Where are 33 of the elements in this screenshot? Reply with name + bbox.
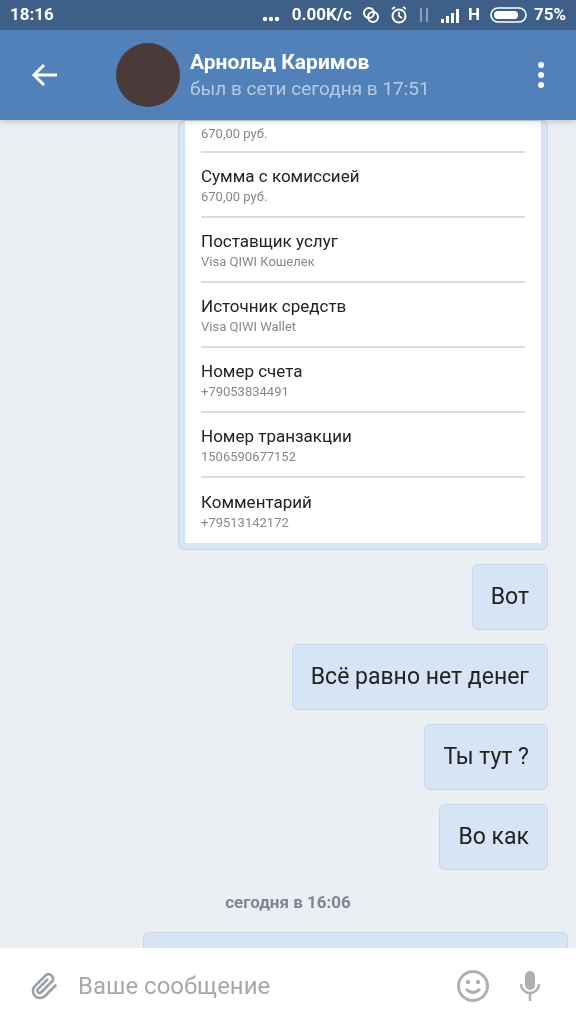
alarm-icon	[389, 6, 408, 24]
more-dots-icon	[261, 16, 280, 22]
last-seen-status: был в сети сегодня в 17:51	[190, 76, 431, 102]
composer-bar[interactable]: Ваше сообщение	[0, 948, 576, 1024]
network-type: H	[467, 3, 480, 27]
receipt-value: 670,00 руб.	[201, 187, 269, 206]
receipt-label: Источник средств	[201, 294, 348, 318]
receipt-label: Сумма с комиссией	[201, 164, 361, 188]
sync-icon	[361, 6, 380, 24]
contact-name: Арнольд Каримов	[190, 49, 371, 76]
battery-icon	[489, 7, 528, 23]
receipt-value: Visa QIWI Кошелек	[201, 252, 316, 271]
receipt-label: Комментарий	[201, 490, 313, 514]
date-divider: сегодня в 16:06	[225, 891, 351, 914]
battery-percent: 75%	[533, 3, 566, 27]
receipt-label: Номер транзакции	[201, 424, 353, 448]
receipt-value: +79053834491	[201, 382, 290, 401]
status-time: 18:16	[10, 3, 54, 27]
back-arrow-icon	[31, 63, 59, 87]
message-bubble: Ты тут ?	[424, 724, 548, 790]
receipt-value: 670,00 руб.	[201, 125, 269, 143]
message-bubble: Вот	[471, 564, 548, 630]
receipt-value: 1506590677152	[201, 447, 297, 466]
receipt-label: Номер счета	[201, 359, 304, 383]
receipt-value: +79513142172	[201, 513, 290, 532]
microphone-icon[interactable]	[518, 970, 542, 1002]
receipt-label: Поставщик услуг	[201, 229, 339, 253]
smiley-icon[interactable]	[456, 969, 490, 1003]
message-bubble: Всё равно нет денег	[291, 644, 548, 710]
receipt-value: Visa QIWI Wallet	[201, 317, 298, 336]
network-speed: 0.00K/c	[291, 3, 352, 27]
message-bubble: Во как	[439, 804, 548, 870]
signal-icon	[439, 7, 462, 23]
